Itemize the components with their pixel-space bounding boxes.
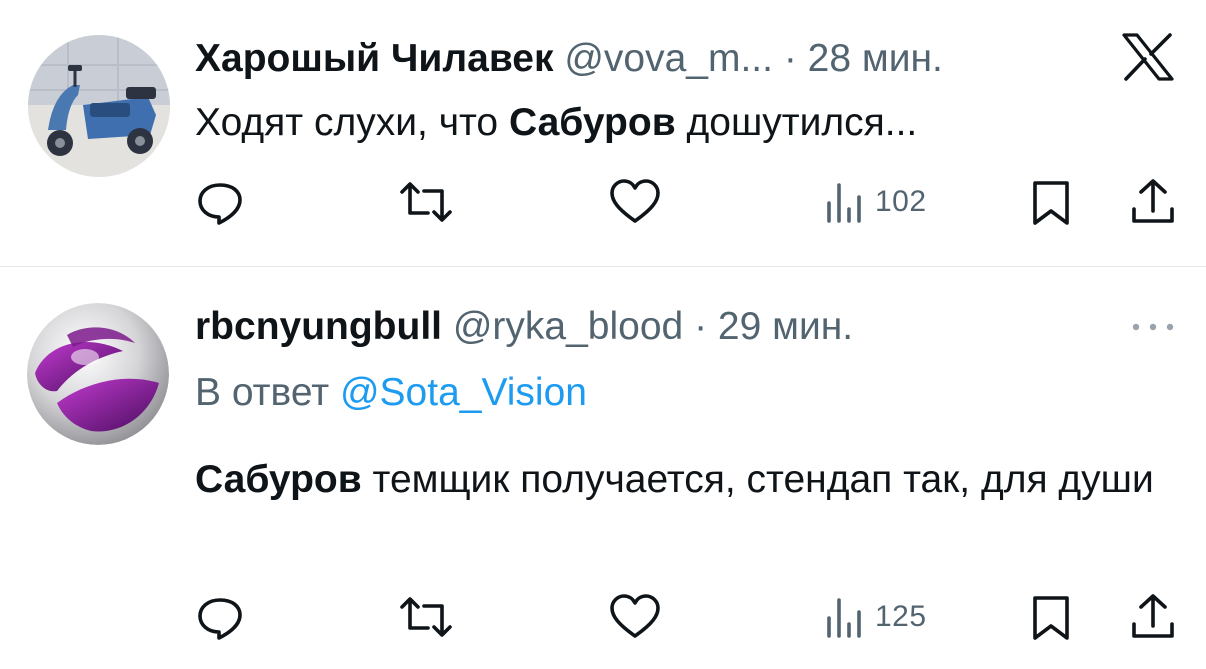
heart-icon (610, 594, 660, 638)
retweet-button[interactable] (398, 172, 454, 232)
reply-prefix: В ответ (195, 371, 330, 414)
reply-context: В ответ @Sota_Vision (195, 369, 587, 417)
retweet-icon (400, 597, 452, 637)
share-icon (1132, 594, 1174, 638)
views-button[interactable]: 102 (825, 172, 927, 232)
more-dots-icon (1132, 323, 1174, 331)
share-button[interactable] (1130, 172, 1176, 232)
bookmark-icon (1033, 181, 1069, 225)
like-button[interactable] (608, 587, 662, 647)
views-chart-icon (827, 183, 861, 223)
reply-button[interactable] (195, 172, 245, 232)
heart-icon (610, 179, 660, 223)
bookmark-button[interactable] (1030, 587, 1072, 647)
timestamp[interactable]: 28 мин. (808, 37, 943, 80)
like-button[interactable] (608, 172, 662, 232)
tweet-text-bold: Сабуров (508, 101, 676, 144)
separator-dot: · (694, 305, 708, 348)
views-count: 125 (875, 600, 927, 633)
retweet-icon (400, 182, 452, 222)
separator-dot: · (783, 37, 797, 80)
user-handle[interactable]: @vova_m... (564, 37, 773, 80)
bookmark-button[interactable] (1030, 172, 1072, 232)
tweet-text: Ходят слухи, что Сабуров дошутился... (195, 99, 917, 147)
tweet-text-part: темщик получается, стендап так, для души (361, 458, 1154, 501)
views-count: 102 (875, 185, 927, 218)
timestamp[interactable]: 29 мин. (718, 305, 853, 348)
retweet-button[interactable] (398, 587, 454, 647)
avatar[interactable] (28, 35, 170, 177)
tweet-card[interactable]: Харошый Чилавек @vova_m... · 28 мин. Ход… (0, 0, 1206, 266)
tweet-card[interactable]: rbcnyungbull @ryka_blood · 29 мин. В отв… (0, 267, 1206, 669)
action-bar: 125 (0, 587, 1206, 647)
views-chart-icon (827, 598, 861, 638)
tweet-text: Сабуров темщик получается, стендап так, … (195, 450, 1175, 510)
more-options-button[interactable] (1130, 320, 1176, 334)
bookmark-icon (1033, 596, 1069, 640)
tweet-text-part: Ходят слухи, что (195, 101, 509, 144)
x-logo-icon (1122, 33, 1174, 81)
reply-button[interactable] (195, 587, 245, 647)
reply-icon (198, 598, 242, 640)
action-bar: 102 (0, 172, 1206, 232)
views-button[interactable]: 125 (825, 587, 927, 647)
tweet-header: rbcnyungbull @ryka_blood · 29 мин. (195, 304, 853, 350)
tweet-text-part: дошутился... (675, 101, 918, 144)
user-handle[interactable]: @ryka_blood (453, 305, 683, 348)
avatar[interactable] (27, 303, 169, 445)
display-name[interactable]: Харошый Чилавек (195, 37, 553, 80)
scooter-photo-icon (28, 35, 170, 177)
sony-ericsson-logo-icon (27, 303, 169, 445)
display-name[interactable]: rbcnyungbull (195, 305, 442, 348)
reply-mention-link[interactable]: @Sota_Vision (340, 371, 587, 414)
reply-icon (198, 183, 242, 225)
tweet-header: Харошый Чилавек @vova_m... · 28 мин. (195, 36, 943, 82)
tweet-text-bold: Сабуров (195, 458, 362, 501)
share-icon (1132, 179, 1174, 223)
share-button[interactable] (1130, 587, 1176, 647)
